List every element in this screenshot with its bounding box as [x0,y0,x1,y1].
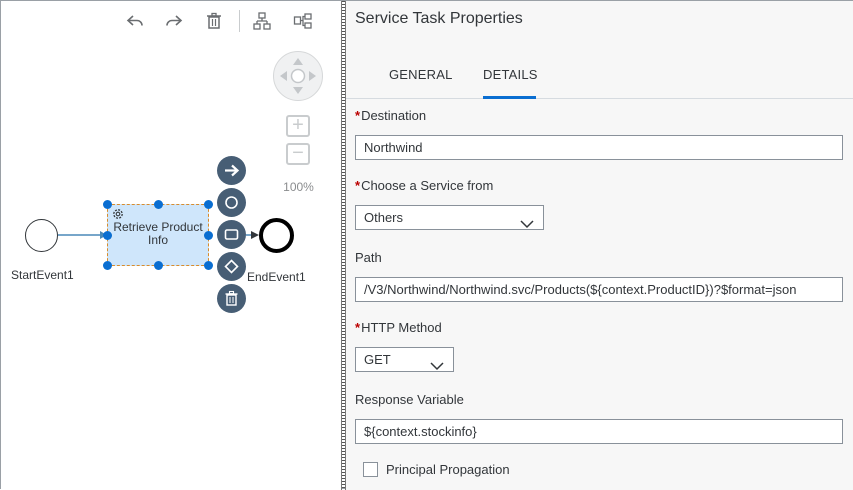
principal-propagation-checkbox[interactable] [363,462,378,477]
undo-icon[interactable] [125,11,145,31]
resize-handle[interactable] [154,261,163,270]
active-tab-indicator [483,96,536,99]
required-marker: * [355,178,361,193]
principal-propagation-label: Principal Propagation [386,462,510,477]
resize-handle[interactable] [204,261,213,270]
destination-label: *Destination [355,108,427,123]
resize-handle[interactable] [204,231,213,240]
task-label: Retrieve Product Info [113,220,203,247]
tab-general[interactable]: GENERAL [389,67,453,82]
connect-arrow-icon[interactable] [217,156,246,185]
pan-navigator[interactable] [273,51,323,101]
zoom-level: 100% [283,180,314,194]
zoom-out-button[interactable]: − [286,143,310,165]
zoom-in-button[interactable]: + [286,115,310,137]
redo-icon[interactable] [164,11,184,31]
http-method-select[interactable]: GET [355,347,454,372]
service-from-value: Others [364,210,404,225]
start-event[interactable] [25,219,58,252]
resize-handle[interactable] [154,200,163,209]
resize-handle[interactable] [103,261,112,270]
toolbar-separator [239,10,240,32]
response-variable-label: Response Variable [355,392,464,407]
auto-layout-icon[interactable] [252,11,272,31]
diagram-canvas[interactable]: + − 100% StartEvent1 Retrieve Product In… [1,1,341,490]
resize-handle[interactable] [103,200,112,209]
panel-title: Service Task Properties [355,10,523,27]
required-marker: * [355,108,361,123]
service-from-label: *Choose a Service from [355,178,494,193]
path-label: Path [355,250,382,265]
http-method-value: GET [364,352,391,367]
path-input[interactable]: /V3/Northwind/Northwind.svc/Products(${c… [355,277,843,302]
destination-input[interactable]: Northwind [355,135,843,160]
start-event-label: StartEvent1 [11,268,74,282]
properties-panel: Service Task Properties GENERAL DETAILS … [346,1,853,490]
required-marker: * [355,320,361,335]
end-event-label: EndEvent1 [247,270,306,284]
resize-handle[interactable] [204,200,213,209]
resize-handle[interactable] [103,231,112,240]
chevron-down-icon [430,355,444,378]
task-rectangle-icon[interactable] [217,220,246,249]
service-task[interactable]: Retrieve Product Info [107,204,209,266]
response-variable-input[interactable]: ${context.stockinfo} [355,419,843,444]
event-circle-icon[interactable] [217,188,246,217]
tab-details[interactable]: DETAILS [483,67,538,82]
service-from-select[interactable]: Others [355,205,544,230]
http-method-label: *HTTP Method [355,320,442,335]
delete-icon[interactable] [204,11,224,31]
gateway-diamond-icon[interactable] [217,252,246,281]
toggle-layout-icon[interactable] [293,11,313,31]
end-event[interactable] [259,218,294,253]
trash-icon[interactable] [217,284,246,313]
tab-divider [346,98,853,99]
chevron-down-icon [520,213,534,236]
